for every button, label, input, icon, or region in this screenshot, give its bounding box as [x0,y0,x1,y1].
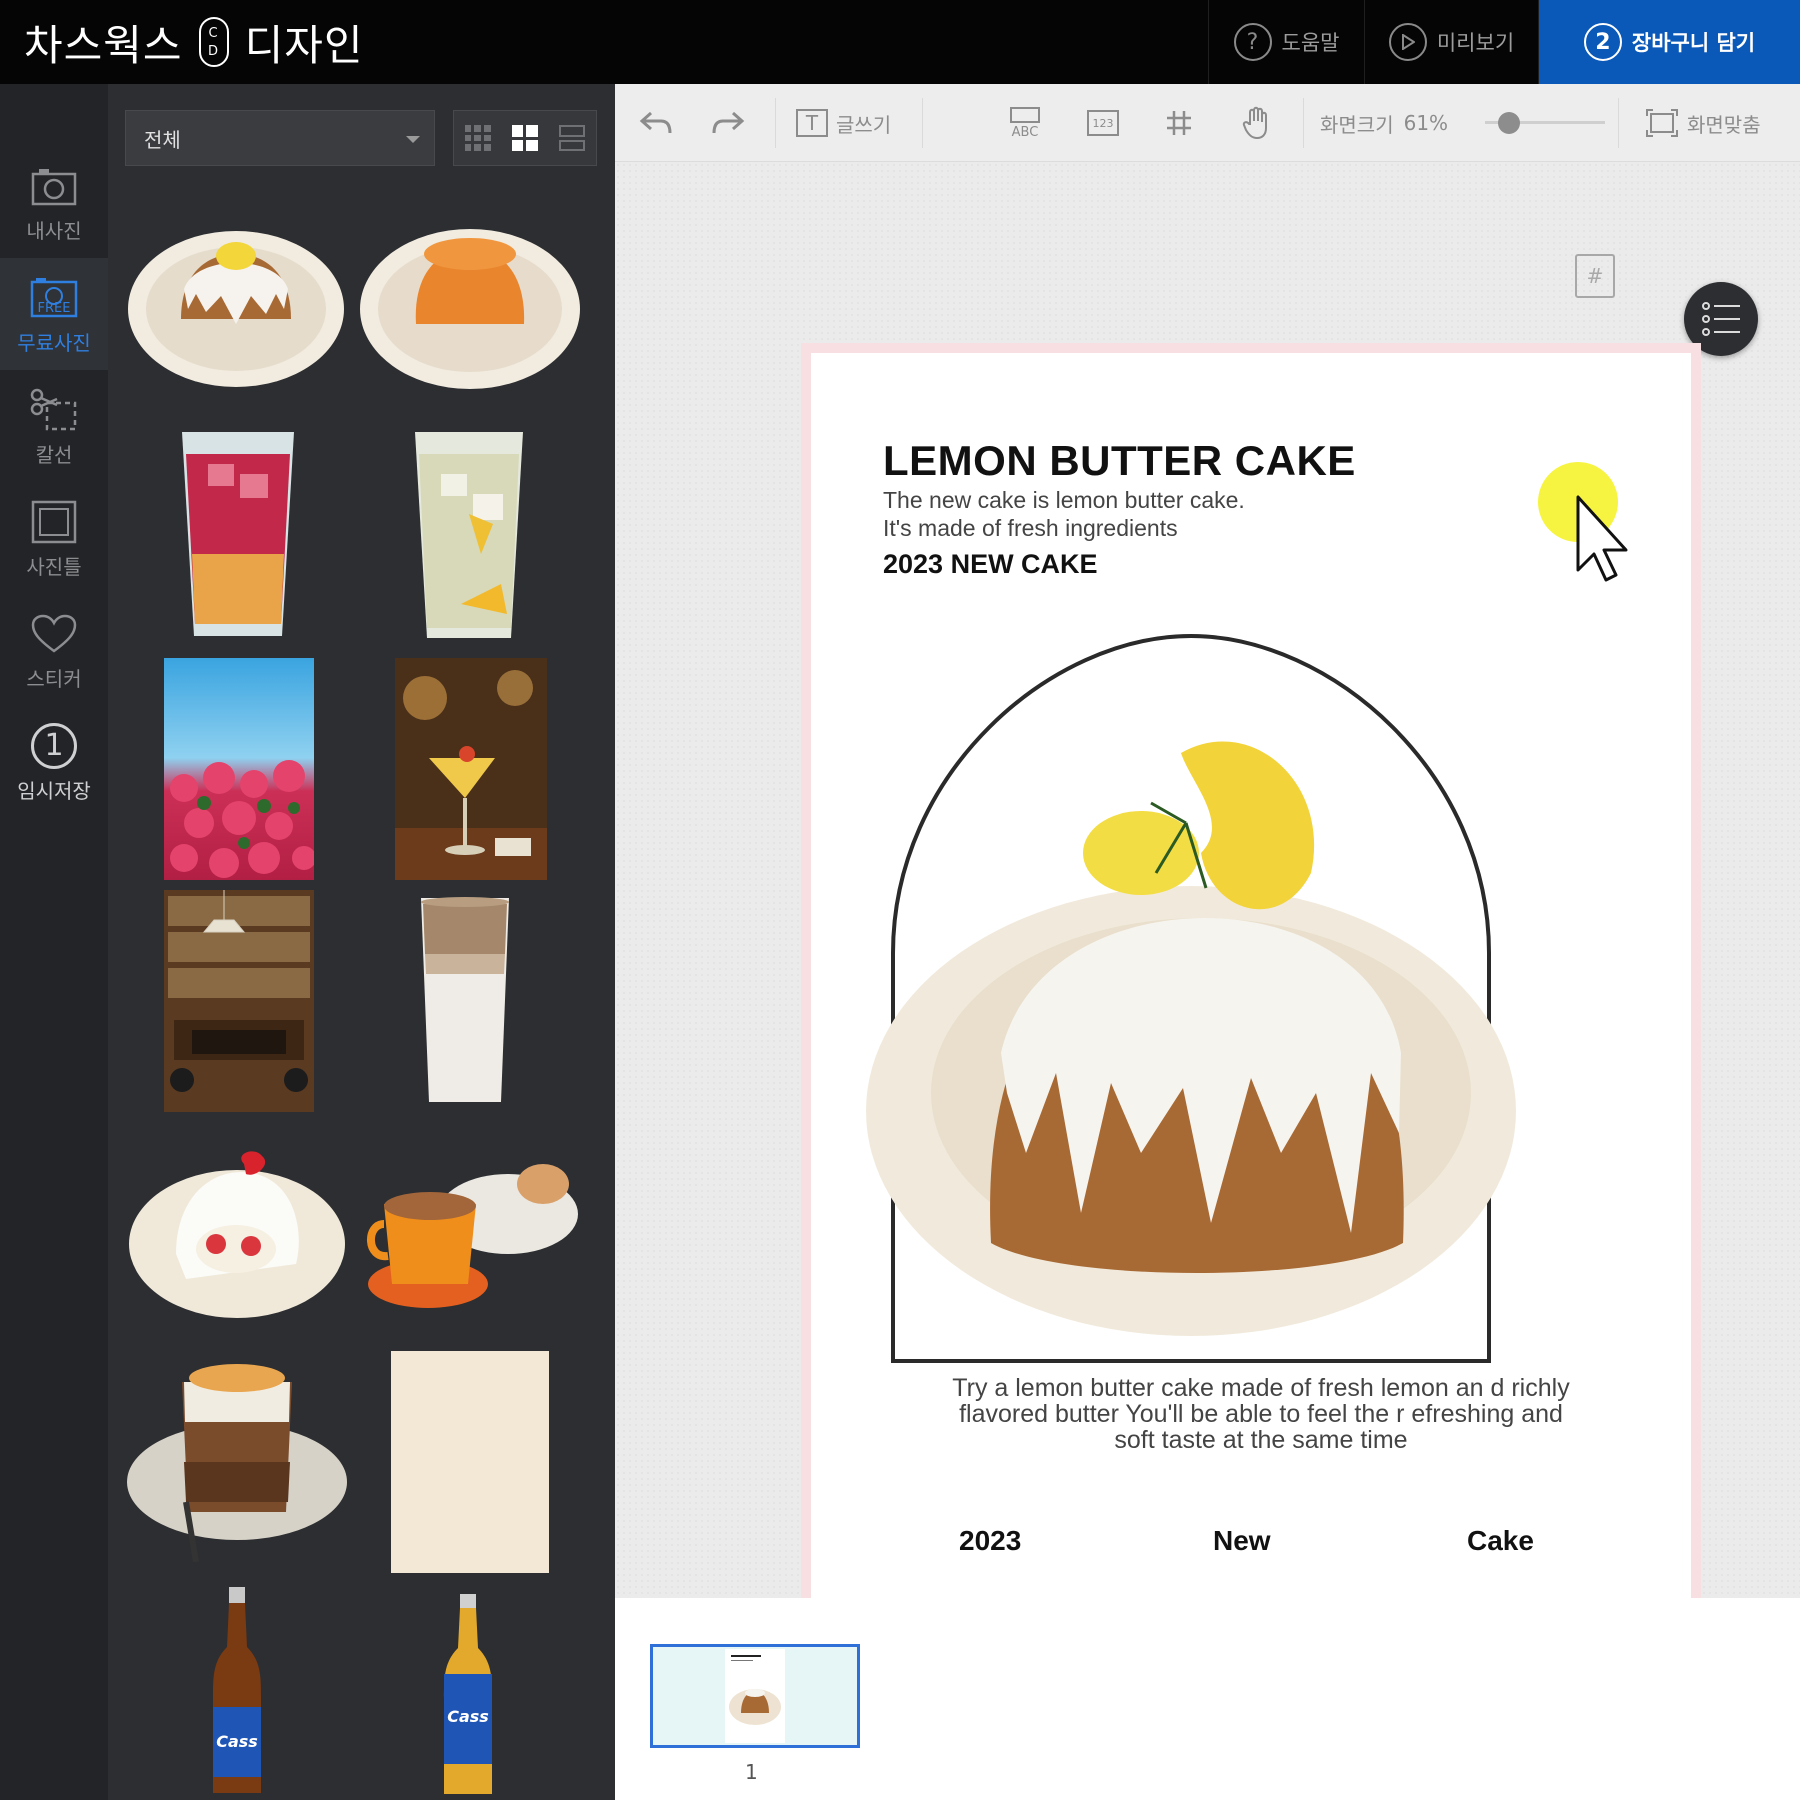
add-text-label: 글쓰기 [836,112,892,137]
page-hash-icon[interactable]: # [1575,254,1615,298]
redo-icon [712,111,745,134]
redo-button[interactable] [711,84,745,162]
category-select-value: 전체 [144,127,181,152]
play-icon [1388,23,1427,61]
small-grid-view-icon[interactable] [464,125,491,151]
editor-toolbar: T 글쓰기 ABC 123 화면크기 61% 화면맞춤 [615,84,1800,162]
photo-thumb-latte[interactable] [415,894,515,1106]
poster-footer-new[interactable]: New [1213,1525,1271,1557]
zoom-slider-handle[interactable] [1498,112,1520,134]
tool-label: 임시저장 [17,778,91,803]
poster-tagline[interactable]: 2023 NEW CAKE [883,549,1098,580]
svg-text:Cass: Cass [216,1732,258,1751]
photo-thumb-flowers-sky[interactable] [164,658,314,880]
photo-panel: 전체 Cass Cass [108,84,615,1800]
logo-text-left: 차스웍스 [24,20,183,70]
step-number-icon: 2 [1583,23,1622,61]
hand-tool-button[interactable] [1242,84,1272,162]
abc-icon: ABC [1010,106,1040,140]
photo-thumb-lemon-ade[interactable] [411,424,527,646]
poster-footer-year[interactable]: 2023 [959,1525,1021,1557]
undo-button[interactable] [639,84,673,162]
tool-label: 사진틀 [26,554,82,579]
svg-text:Cass: Cass [447,1707,489,1726]
photo-thumb-creme-brulee-latte[interactable] [126,1352,348,1562]
page-number: 1 [745,1760,758,1784]
add-text-button[interactable]: T 글쓰기 [796,84,891,162]
help-label: 도움말 [1281,31,1340,55]
top-bar: 차스웍스 C D 디자인 ? 도움말 미리보기 2 장바구니 담기 [0,0,1800,84]
poster-subtitle-1[interactable]: The new cake is lemon butter cake. [883,487,1245,514]
mouse-cursor-icon [1528,452,1638,586]
photo-thumb-red-ade[interactable] [178,424,298,644]
photo-thumb-orange-cake[interactable] [358,214,583,394]
preview-label: 미리보기 [1436,31,1515,55]
tool-label: 칼선 [35,442,73,467]
fit-screen-icon [1646,109,1678,137]
undo-icon [639,111,672,134]
photo-thumb-record-room[interactable] [164,890,314,1112]
fit-screen-button[interactable]: 화면맞춤 [1645,84,1761,162]
tool-temp-save[interactable]: 1 임시저장 [0,706,108,818]
tool-label: 무료사진 [17,330,91,355]
question-icon: ? [1233,23,1272,61]
photo-thumb-cass-bottle-2[interactable]: Cass [442,1594,494,1799]
design-workspace: T 글쓰기 ABC 123 화면크기 61% 화면맞춤 # LEMON BUTT… [615,84,1800,1800]
zoom-readout: 화면크기 61% [1320,84,1448,162]
tool-label: 스티커 [26,666,82,691]
tool-sidebar: 내사진 FREE 무료사진 칼선 사진틀 스티커 1 임시저장 [0,84,108,1800]
logo-cd-icon: C D [198,17,229,67]
free-photo-icon: FREE [29,273,79,323]
photo-thumb-cass-bottle[interactable]: Cass [211,1587,263,1799]
large-grid-view-icon[interactable] [511,125,538,151]
photo-thumb-lemon-cake[interactable] [126,214,346,394]
zoom-slider[interactable] [1485,112,1605,134]
zoom-value: 61% [1403,111,1449,135]
camera-icon [31,161,77,211]
tool-cut-line[interactable]: 칼선 [0,370,108,482]
chevron-down-icon [406,136,420,143]
tool-free-photos[interactable]: FREE 무료사진 [0,258,108,370]
tool-label: 내사진 [26,218,82,243]
tool-sticker[interactable]: 스티커 [0,594,108,706]
category-select[interactable]: 전체 [125,110,435,166]
grid-icon [1167,111,1191,135]
help-button[interactable]: ? 도움말 [1208,0,1364,84]
page-strip: 1 [615,1598,1800,1800]
photo-thumb-strawberry-roll[interactable] [126,1134,348,1320]
grid-button[interactable] [1165,84,1193,162]
preview-button[interactable]: 미리보기 [1364,0,1538,84]
number-icon: 123 [1087,110,1119,136]
hand-icon [1242,106,1267,140]
add-to-cart-button[interactable]: 2 장바구니 담기 [1538,0,1800,84]
number-button[interactable]: 123 [1087,84,1119,162]
poster-footer-cake[interactable]: Cake [1467,1525,1534,1557]
tool-photo-frame[interactable]: 사진틀 [0,482,108,594]
zoom-label: 화면크기 [1320,112,1394,137]
frame-icon [31,497,77,547]
page-thumbnail[interactable] [650,1644,860,1748]
abc-text-button[interactable]: ABC [1010,84,1040,162]
logo-text-right: 디자인 [244,20,364,70]
heart-icon [31,609,77,659]
canvas-area: # LEMON BUTTER CAKE The new cake is lemo… [615,162,1800,1609]
cart-label: 장바구니 담기 [1631,31,1756,55]
list-view-icon[interactable] [559,125,586,151]
photo-thumb-paper-texture[interactable] [391,1351,549,1573]
photo-thumb-cocktail[interactable] [395,658,547,880]
scissors-icon [29,385,79,435]
fit-screen-label: 화면맞춤 [1687,112,1761,137]
app-logo[interactable]: 차스웍스 C D 디자인 [24,14,363,70]
poster-title[interactable]: LEMON BUTTER CAKE [883,437,1356,485]
view-mode-toggle [453,110,597,166]
tool-my-photos[interactable]: 내사진 [0,146,108,258]
save-number-icon: 1 [31,721,77,771]
poster-subtitle-2[interactable]: It's made of fresh ingredients [883,515,1178,542]
poster-description[interactable]: Try a lemon butter cake made of fresh le… [951,1375,1571,1453]
text-box-icon: T [796,109,828,137]
photo-thumb-coffee-cup[interactable] [358,1134,583,1320]
